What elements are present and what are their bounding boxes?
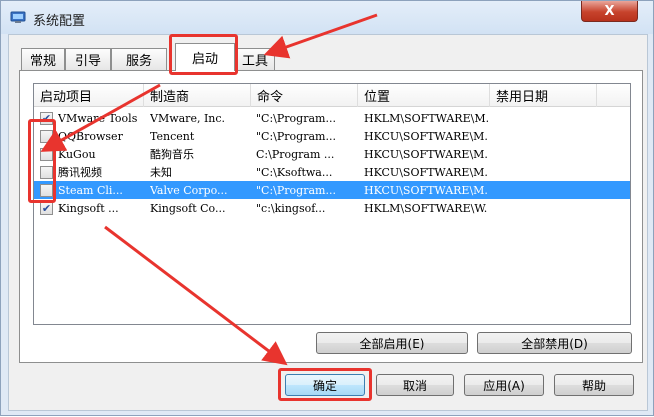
item-location: HKCU\SOFTWARE\M... — [364, 183, 488, 197]
item-command: "C:\Ksoftwa... — [256, 165, 333, 179]
startup-checkbox[interactable] — [40, 148, 53, 161]
tab-general[interactable]: 常规 — [21, 48, 65, 70]
item-name: KuGou — [58, 147, 96, 161]
ok-button[interactable]: 确定 — [285, 374, 365, 396]
column-header-location[interactable]: 位置 — [358, 84, 490, 107]
item-command: "C:\Program... — [256, 111, 336, 125]
startup-checkbox[interactable]: ✔ — [40, 112, 53, 125]
item-location: HKLM\SOFTWARE\M... — [364, 111, 488, 125]
item-command: "C:\Program... — [256, 129, 336, 143]
item-command: C:\Program ... — [256, 147, 335, 161]
title-bar[interactable]: 系统配置 X — [1, 1, 653, 34]
list-item-selected[interactable]: Steam Cli... Valve Corpo... "C:\Program.… — [34, 181, 630, 199]
column-header-command[interactable]: 命令 — [251, 84, 358, 107]
list-item[interactable]: KuGou 酷狗音乐 C:\Program ... HKCU\SOFTWARE\… — [34, 145, 630, 163]
list-item[interactable]: ✔ VMware Tools VMware, Inc. "C:\Program.… — [34, 109, 630, 127]
list-item[interactable]: QQBrowser Tencent "C:\Program... HKCU\SO… — [34, 127, 630, 145]
column-header-manufacturer[interactable]: 制造商 — [144, 84, 251, 107]
tab-startup[interactable]: 启动 — [175, 43, 235, 71]
column-header-disabled-date[interactable]: 禁用日期 — [490, 84, 597, 107]
help-button[interactable]: 帮助 — [554, 374, 634, 396]
item-location: HKCU\SOFTWARE\M... — [364, 165, 488, 179]
list-item[interactable]: 腾讯视频 未知 "C:\Ksoftwa... HKCU\SOFTWARE\M..… — [34, 163, 630, 181]
item-manufacturer: 酷狗音乐 — [150, 148, 194, 161]
startup-items-list[interactable]: 启动项目 制造商 命令 位置 禁用日期 ✔ VMware Tools VMwar… — [33, 83, 631, 325]
item-location: HKCU\SOFTWARE\M... — [364, 147, 488, 161]
item-manufacturer: VMware, Inc. — [150, 111, 226, 125]
window-title: 系统配置 — [33, 14, 86, 29]
startup-checkbox[interactable] — [40, 130, 53, 143]
system-config-window: 系统配置 X 常规 引导 服务 启动 工具 启动项目 制造商 命令 位置 禁用日… — [0, 0, 654, 416]
enable-all-button[interactable]: 全部启用(E) — [316, 332, 468, 354]
system-config-icon — [10, 11, 26, 23]
item-manufacturer: Tencent — [150, 129, 195, 143]
tab-tools[interactable]: 工具 — [235, 48, 275, 70]
item-command: "c:\kingsof... — [256, 201, 326, 215]
item-manufacturer: Kingsoft Co... — [150, 201, 226, 215]
item-name: Steam Cli... — [58, 183, 123, 197]
apply-button[interactable]: 应用(A) — [464, 374, 544, 396]
item-command: "C:\Program... — [256, 183, 336, 197]
column-header-item[interactable]: 启动项目 — [34, 84, 144, 107]
item-manufacturer: Valve Corpo... — [150, 183, 228, 197]
item-name: VMware Tools — [58, 111, 138, 125]
close-button[interactable]: X — [581, 1, 638, 22]
startup-checkbox[interactable] — [40, 184, 53, 197]
disable-all-button[interactable]: 全部禁用(D) — [477, 332, 632, 354]
item-manufacturer: 未知 — [150, 166, 172, 179]
list-item[interactable]: ✔ Kingsoft ... Kingsoft Co... "c:\kingso… — [34, 199, 630, 217]
item-name: QQBrowser — [58, 129, 123, 143]
startup-checkbox[interactable] — [40, 166, 53, 179]
item-name: 腾讯视频 — [58, 166, 102, 179]
cancel-button[interactable]: 取消 — [376, 374, 454, 396]
startup-checkbox[interactable]: ✔ — [40, 202, 53, 215]
item-name: Kingsoft ... — [58, 201, 119, 215]
list-header: 启动项目 制造商 命令 位置 禁用日期 — [34, 84, 630, 107]
item-location: HKLM\SOFTWARE\W... — [364, 201, 488, 215]
item-location: HKCU\SOFTWARE\M... — [364, 129, 488, 143]
tab-boot[interactable]: 引导 — [65, 48, 111, 70]
tab-services[interactable]: 服务 — [111, 48, 167, 70]
